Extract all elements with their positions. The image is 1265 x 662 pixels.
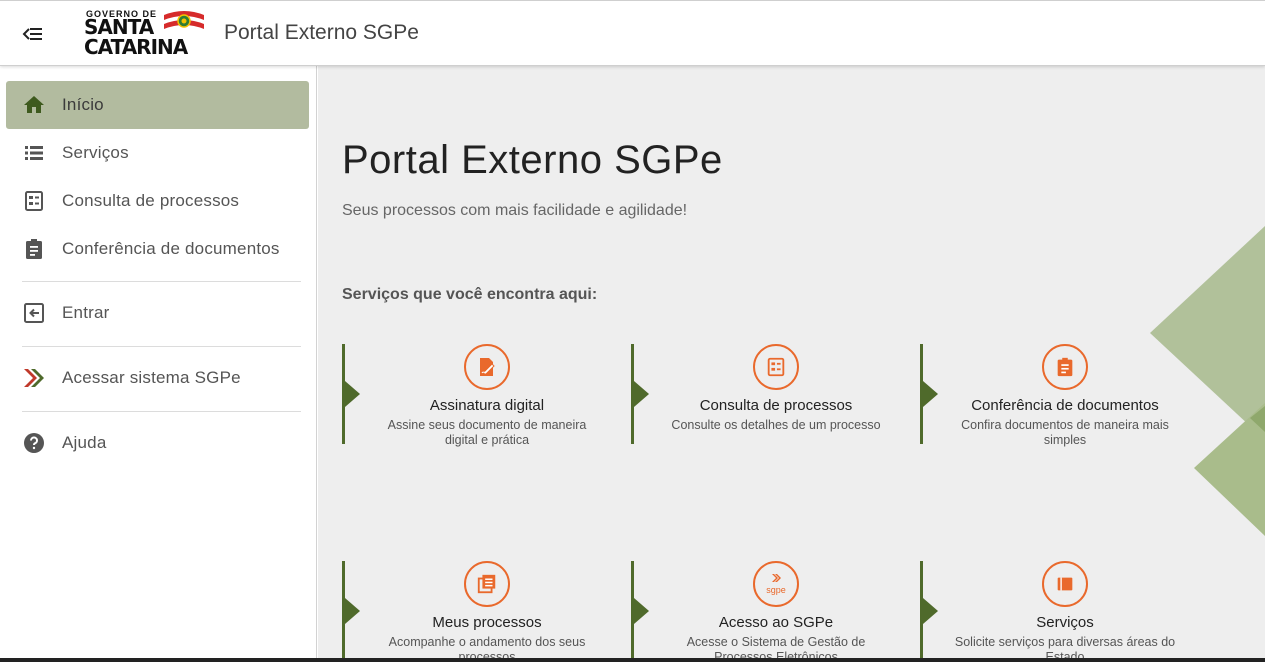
governo-sc-logo[interactable]: GOVERNO DE SANTA CATARINA: [84, 7, 210, 61]
card-title: Acesso ao SGPe: [718, 614, 834, 631]
card-assinatura-digital[interactable]: Assinatura digital Assine seus documento…: [342, 344, 632, 447]
sidebar-item-label: Início: [62, 95, 104, 114]
help-icon: [24, 433, 44, 453]
process-list-icon: [25, 191, 43, 211]
card-title: Meus processos: [432, 614, 542, 631]
card-conferencia-documentos[interactable]: Conferência de documentos Confira docume…: [920, 344, 1210, 447]
sidebar-item-conferencia[interactable]: Conferência de documentos: [6, 225, 309, 273]
top-app-bar: GOVERNO DE SANTA CATARINA Portal Externo…: [0, 0, 1265, 66]
sidebar-item-inicio[interactable]: Início: [6, 81, 309, 129]
window-bottom-edge: [0, 658, 1265, 662]
card-icon-circle: [753, 344, 799, 390]
card-servicos[interactable]: Serviços Solicite serviços para diversas…: [920, 561, 1210, 662]
card-icon-circle: [464, 561, 510, 607]
card-description: Confira documentos de maneira mais simpl…: [961, 418, 1169, 447]
menu-collapse-button[interactable]: [18, 21, 48, 47]
card-title: Serviços: [1036, 614, 1094, 631]
sidebar-item-acessar-sgpe[interactable]: Acessar sistema SGPe: [6, 354, 309, 402]
card-title: Consulta de processos: [699, 397, 853, 414]
sidebar-divider: [22, 281, 301, 282]
card-title: Conferência de documentos: [971, 397, 1159, 414]
sgpe-arrows-icon: [24, 369, 44, 387]
process-list-icon: [767, 357, 785, 377]
list-icon: [25, 146, 43, 160]
sc-flag-icon: [164, 11, 204, 29]
sidebar-item-label: Acessar sistema SGPe: [62, 368, 241, 387]
card-icon-circle: [1042, 344, 1088, 390]
page-subtitle: Seus processos com mais facilidade e agi…: [342, 202, 688, 219]
signature-icon: [480, 358, 495, 376]
main-content: Portal Externo SGPe Seus processos com m…: [318, 66, 1265, 662]
sidebar-item-consulta[interactable]: Consulta de processos: [6, 177, 309, 225]
sidebar: Início Serviços Consulta de processos Co…: [0, 66, 317, 662]
sidebar-item-entrar[interactable]: Entrar: [6, 289, 309, 337]
logo-line2: CATARINA: [84, 35, 188, 59]
card-description: Assine seus documento de maneira digital…: [387, 418, 587, 447]
sidebar-item-label: Consulta de processos: [62, 191, 240, 210]
services-icon: [1057, 577, 1073, 591]
card-description: Consulte os detalhes de um processo: [671, 418, 881, 432]
app-title: Portal Externo SGPe: [224, 21, 419, 44]
sidebar-divider: [22, 411, 301, 412]
sgpe-logo-icon: sgpe: [766, 574, 786, 595]
sgpe-logo-text: sgpe: [766, 585, 786, 595]
section-title: Serviços que você encontra aqui:: [342, 286, 598, 303]
sidebar-item-label: Serviços: [62, 143, 129, 162]
sidebar-divider: [22, 346, 301, 347]
card-consulta-processos[interactable]: Consulta de processos Consulte os detalh…: [631, 344, 921, 444]
card-meus-processos[interactable]: Meus processos Acompanhe o andamento dos…: [342, 561, 632, 662]
menu-collapse-icon: [22, 28, 42, 40]
card-icon-circle: [464, 344, 510, 390]
card-acesso-sgpe[interactable]: sgpe Acesso ao SGPe Acesse o Sistema de …: [631, 561, 921, 662]
sidebar-item-servicos[interactable]: Serviços: [6, 129, 309, 177]
card-title: Assinatura digital: [429, 397, 545, 414]
login-icon: [24, 303, 44, 323]
clipboard-icon: [1057, 357, 1073, 377]
clipboard-icon: [26, 239, 42, 259]
card-icon-circle: sgpe: [753, 561, 799, 607]
sidebar-item-label: Conferência de documentos: [62, 239, 280, 258]
page-title: Portal Externo SGPe: [342, 138, 723, 182]
home-icon: [24, 96, 44, 113]
sidebar-item-label: Entrar: [62, 303, 110, 322]
logo-line1: SANTA: [84, 15, 154, 39]
documents-icon: [477, 574, 496, 594]
sidebar-item-ajuda[interactable]: Ajuda: [6, 419, 309, 467]
sidebar-item-label: Ajuda: [62, 433, 107, 452]
card-icon-circle: [1042, 561, 1088, 607]
